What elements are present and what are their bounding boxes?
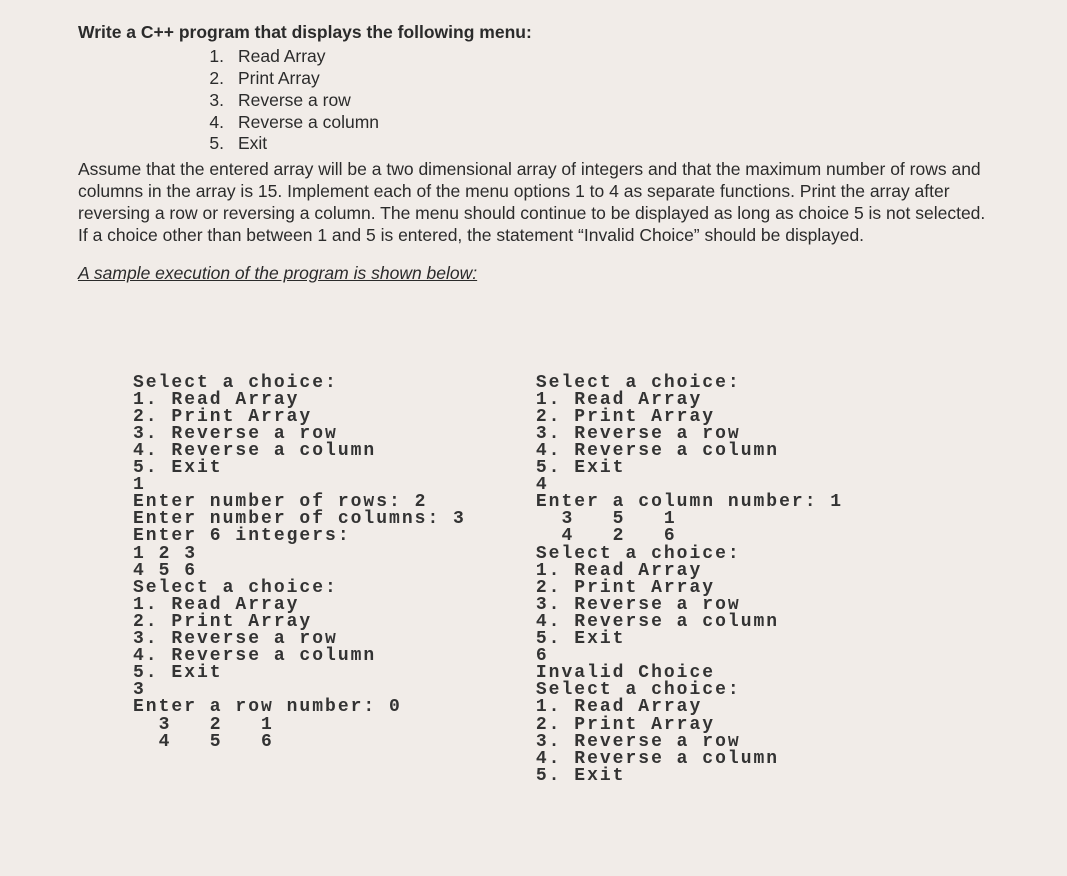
console-output-wrap: Select a choice: 1. Read Array 2. Print … (133, 375, 989, 785)
menu-item: 4. Reverse a column (198, 112, 989, 134)
menu-item-number: 5. (198, 133, 224, 155)
menu-item-number: 3. (198, 90, 224, 112)
menu-item-text: Exit (238, 133, 267, 155)
menu-item: 1. Read Array (198, 46, 989, 68)
page: Write a C++ program that displays the fo… (0, 0, 1067, 805)
console-output-right: Select a choice: 1. Read Array 2. Print … (536, 375, 843, 785)
menu-item-text: Reverse a column (238, 112, 379, 134)
menu-item-text: Print Array (238, 68, 320, 90)
menu-item-number: 2. (198, 68, 224, 90)
menu-item-text: Read Array (238, 46, 326, 68)
menu-item-number: 4. (198, 112, 224, 134)
menu-item-text: Reverse a row (238, 90, 351, 112)
question-title: Write a C++ program that displays the fo… (78, 22, 989, 44)
menu-item: 5. Exit (198, 133, 989, 155)
question-block: Write a C++ program that displays the fo… (78, 22, 989, 285)
menu-list: 1. Read Array 2. Print Array 3. Reverse … (78, 46, 989, 155)
question-paragraph: Assume that the entered array will be a … (78, 159, 989, 247)
menu-item: 3. Reverse a row (198, 90, 989, 112)
menu-item-number: 1. (198, 46, 224, 68)
sample-execution-label: A sample execution of the program is sho… (78, 263, 989, 285)
menu-item: 2. Print Array (198, 68, 989, 90)
console-output-left: Select a choice: 1. Read Array 2. Print … (133, 375, 466, 785)
